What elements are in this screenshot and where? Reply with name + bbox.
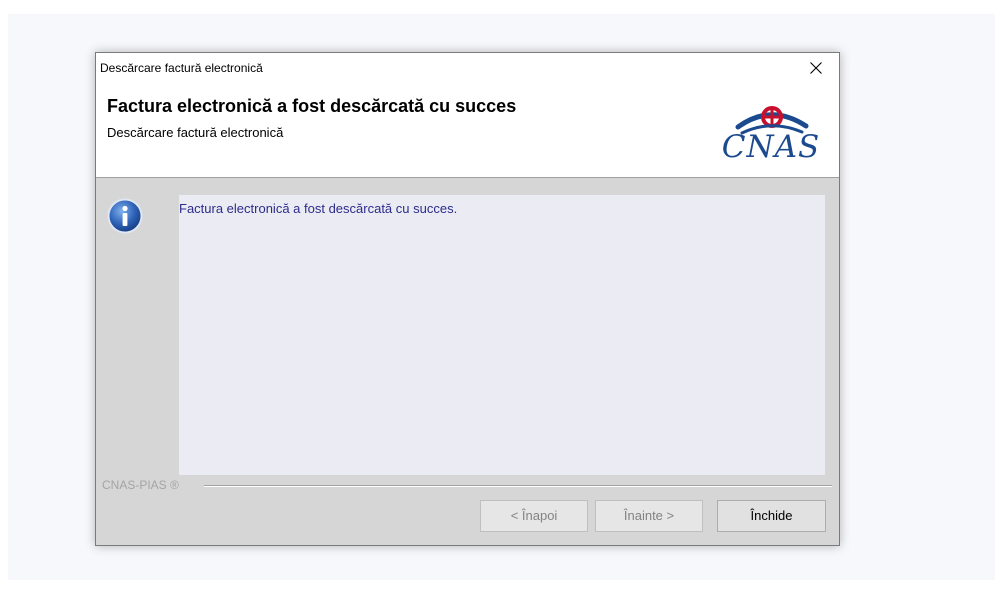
page-title: Factura electronică a fost descărcată cu… [107,96,517,116]
cnas-logo: CNAS [716,93,826,171]
next-button[interactable]: Înainte > [595,500,703,532]
page-subtitle: Descărcare factură electronică [107,125,284,140]
footer-divider [204,485,832,487]
window-title: Descărcare factură electronică [100,61,263,75]
footer-brand: CNAS-PIAS ® [102,478,179,492]
download-invoice-dialog: Descărcare factură electronică Factura e… [95,52,840,546]
wizard-header: Factura electronică a fost descărcată cu… [96,83,839,177]
back-button[interactable]: < Înapoi [480,500,588,532]
header-divider [96,177,839,178]
close-icon [810,62,822,74]
close-dialog-button[interactable]: Închide [717,500,826,532]
logo-text: CNAS [721,129,821,165]
message-text: Factura electronică a fost descărcată cu… [179,201,458,216]
close-button[interactable] [793,53,839,83]
title-bar: Descărcare factură electronică [96,53,839,83]
info-icon [107,198,143,234]
message-panel: Factura electronică a fost descărcată cu… [179,195,825,475]
